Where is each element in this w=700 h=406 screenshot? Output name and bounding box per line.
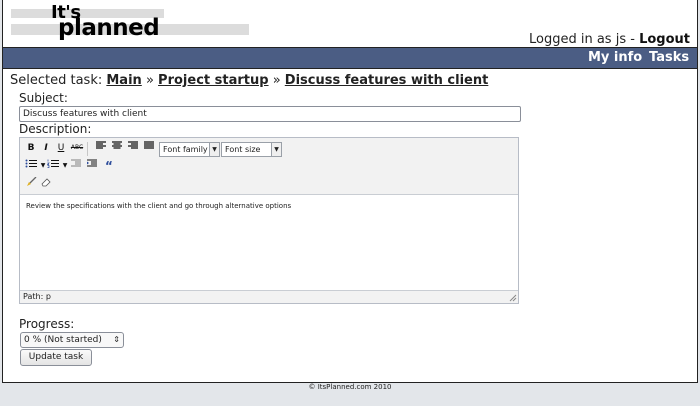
user-separator: - xyxy=(630,32,635,47)
outdent-icon[interactable] xyxy=(69,159,83,173)
align-justify-icon[interactable] xyxy=(142,141,156,155)
description-label: Description: xyxy=(19,122,92,136)
username-link[interactable]: js xyxy=(616,32,626,47)
align-left-icon[interactable] xyxy=(94,141,108,155)
logo-text-line2: planned xyxy=(58,15,160,41)
chevron-down-icon: ▼ xyxy=(271,143,281,156)
progress-value: 0 % (Not started) xyxy=(24,335,102,345)
align-center-icon[interactable] xyxy=(110,141,124,155)
nav-tasks[interactable]: Tasks xyxy=(649,50,689,65)
update-task-button[interactable]: Update task xyxy=(20,349,92,366)
editor-toolbar-row1: B I U ABC Font family ▼ Font size ▼ xyxy=(20,141,518,159)
nav-bar: My info Tasks xyxy=(3,47,697,69)
subject-input[interactable]: Discuss features with client xyxy=(19,106,521,122)
breadcrumb: Selected task: Main » Project startup » … xyxy=(10,73,488,88)
breadcrumb-prefix: Selected task: xyxy=(10,73,103,88)
subject-label: Subject: xyxy=(19,91,68,105)
breadcrumb-current-task[interactable]: Discuss features with client xyxy=(285,73,489,88)
editor-toolbar-row3 xyxy=(20,176,518,195)
breadcrumb-main[interactable]: Main xyxy=(106,73,141,88)
bold-icon[interactable]: B xyxy=(24,141,38,155)
font-family-label: Font family xyxy=(163,145,208,154)
resize-handle-icon[interactable] xyxy=(509,294,517,302)
user-status: Logged in as js - Logout xyxy=(529,32,690,47)
breadcrumb-project-startup[interactable]: Project startup xyxy=(158,73,269,88)
italic-icon[interactable]: I xyxy=(39,141,53,155)
logo: It's planned xyxy=(11,2,255,41)
progress-select[interactable]: 0 % (Not started) ⇕ xyxy=(20,332,124,348)
align-right-icon[interactable] xyxy=(126,141,140,155)
nav-my-info[interactable]: My info xyxy=(588,50,642,65)
editor-toolbar-row2: ▼ ▼ “ xyxy=(20,159,518,177)
logout-link[interactable]: Logout xyxy=(639,32,690,47)
editor-path: Path: p xyxy=(23,292,51,301)
underline-icon[interactable]: U xyxy=(54,141,68,155)
rich-text-editor: B I U ABC Font family ▼ Font size ▼ ▼ ▼ … xyxy=(19,137,519,304)
chevron-down-icon: ▼ xyxy=(209,143,219,156)
indent-icon[interactable] xyxy=(85,159,99,173)
progress-label: Progress: xyxy=(19,317,75,331)
main-frame: It's planned Logged in as js - Logout My… xyxy=(2,0,698,383)
footer: © ItsPlanned.com 2010 xyxy=(308,383,392,391)
cleanup-brush-icon[interactable] xyxy=(24,176,38,191)
chevron-updown-icon: ⇕ xyxy=(113,335,120,344)
blockquote-icon[interactable]: “ xyxy=(102,159,116,173)
font-family-select[interactable]: Font family ▼ xyxy=(159,142,220,157)
eraser-icon[interactable] xyxy=(39,177,53,191)
editor-content-area[interactable]: Review the specifications with the clien… xyxy=(20,194,518,291)
strikethrough-icon[interactable]: ABC xyxy=(70,141,84,155)
logged-in-label: Logged in as xyxy=(528,32,612,47)
toolbar-divider xyxy=(87,142,88,156)
description-text: Review the specifications with the clien… xyxy=(26,202,292,210)
breadcrumb-separator: » xyxy=(145,73,154,88)
font-size-select[interactable]: Font size ▼ xyxy=(221,142,282,157)
breadcrumb-separator: » xyxy=(272,73,281,88)
font-size-label: Font size xyxy=(225,145,261,154)
